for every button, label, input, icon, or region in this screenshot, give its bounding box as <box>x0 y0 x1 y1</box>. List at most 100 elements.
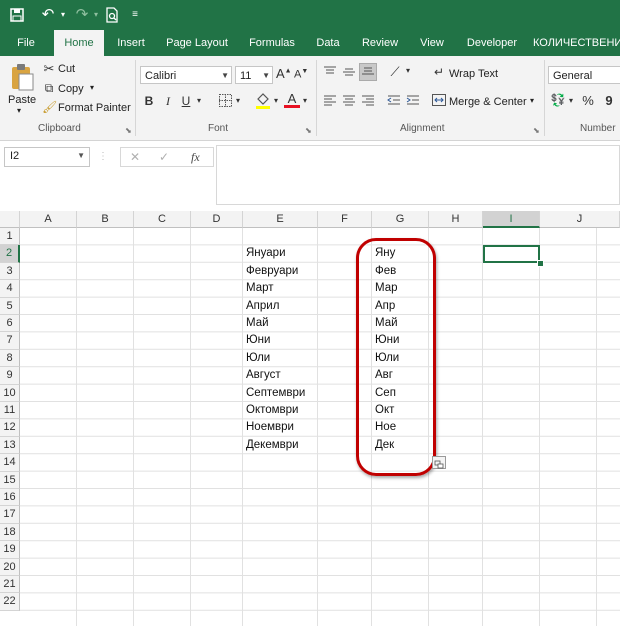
column-header-f[interactable]: F <box>318 211 372 228</box>
format-painter-icon[interactable]: 🖌 <box>42 100 57 114</box>
row-header-13[interactable]: 13 <box>0 436 20 455</box>
clipboard-launcher-icon[interactable]: ⬊ <box>125 126 132 135</box>
align-left-icon[interactable] <box>322 94 338 109</box>
column-header-e[interactable]: E <box>243 211 318 228</box>
row-header-18[interactable]: 18 <box>0 523 20 542</box>
cut-button[interactable]: Cut <box>58 63 75 75</box>
cell-e7[interactable]: Юни <box>246 332 270 349</box>
underline-dropdown-icon[interactable]: ▾ <box>194 96 204 105</box>
print-preview-icon[interactable] <box>102 4 122 26</box>
row-header-20[interactable]: 20 <box>0 558 20 576</box>
middle-align-icon[interactable] <box>341 66 357 81</box>
tab-home[interactable]: Home <box>54 30 104 56</box>
column-header-d[interactable]: D <box>191 211 243 228</box>
formula-input[interactable] <box>216 145 620 205</box>
tab-file[interactable]: File <box>10 30 42 56</box>
paste-icon[interactable] <box>8 62 36 92</box>
paste-button[interactable]: Paste <box>8 94 36 106</box>
worksheet-grid[interactable]: A B C D E F G H I J 1 2 3 4 5 6 7 8 9 10 11 12 13 14 15 16 17 18 19 2… <box>0 211 620 626</box>
cell-e4[interactable]: Март <box>246 280 274 297</box>
percent-style-button[interactable]: % <box>581 93 595 108</box>
row-header-21[interactable]: 21 <box>0 576 20 594</box>
fill-handle[interactable] <box>537 260 544 267</box>
cell-e13[interactable]: Декември <box>246 437 299 454</box>
select-all-corner[interactable] <box>0 211 20 228</box>
cancel-icon[interactable]: ✕ <box>130 150 140 164</box>
column-header-j[interactable]: J <box>540 211 620 228</box>
wrap-text-button[interactable]: Wrap Text <box>449 68 498 80</box>
active-cell-border[interactable] <box>483 245 540 263</box>
paste-dropdown-icon[interactable]: ▾ <box>17 106 21 115</box>
borders-dropdown-icon[interactable]: ▾ <box>233 96 243 105</box>
row-header-15[interactable]: 15 <box>0 471 20 489</box>
row-header-5[interactable]: 5 <box>0 297 20 315</box>
font-color-icon[interactable]: A <box>284 91 300 108</box>
bold-button[interactable]: B <box>143 94 155 108</box>
tab-formulas[interactable]: Formulas <box>244 30 300 56</box>
cut-icon[interactable]: ✂ <box>42 61 56 77</box>
merge-center-icon[interactable] <box>432 94 446 109</box>
tab-insert[interactable]: Insert <box>110 30 152 56</box>
shrink-font-icon[interactable]: A▼ <box>294 68 308 81</box>
borders-icon[interactable] <box>218 94 232 110</box>
cell-e3[interactable]: Февруари <box>246 263 298 280</box>
orientation-icon[interactable]: ⟋ <box>386 64 404 80</box>
wrap-text-icon[interactable]: ↵ <box>432 65 446 79</box>
save-icon[interactable] <box>6 4 28 26</box>
font-launcher-icon[interactable]: ⬊ <box>305 126 312 135</box>
format-painter-button[interactable]: Format Painter <box>58 102 131 114</box>
row-header-4[interactable]: 4 <box>0 280 20 298</box>
alignment-launcher-icon[interactable]: ⬊ <box>533 126 540 135</box>
copy-button[interactable]: Copy <box>58 83 84 95</box>
underline-button[interactable]: U <box>180 94 192 108</box>
top-align-icon[interactable] <box>322 66 338 81</box>
tab-developer[interactable]: Developer <box>463 30 521 56</box>
row-header-3[interactable]: 3 <box>0 262 20 281</box>
number-format-combo[interactable]: General <box>548 66 620 84</box>
row-header-16[interactable]: 16 <box>0 489 20 507</box>
cell-e11[interactable]: Октомври <box>246 402 298 419</box>
align-center-icon[interactable] <box>341 94 357 109</box>
tab-data[interactable]: Data <box>311 30 345 56</box>
row-header-11[interactable]: 11 <box>0 402 20 420</box>
merge-center-button[interactable]: Merge & Center <box>449 96 527 108</box>
decrease-indent-icon[interactable] <box>386 94 402 109</box>
row-header-10[interactable]: 10 <box>0 384 20 402</box>
cell-e10[interactable]: Септември <box>246 385 305 402</box>
row-header-1[interactable]: 1 <box>0 228 20 246</box>
row-header-6[interactable]: 6 <box>0 315 20 333</box>
row-header-12[interactable]: 12 <box>0 419 20 437</box>
redo-dropdown-icon[interactable]: ▾ <box>91 4 101 26</box>
fill-color-icon[interactable] <box>255 92 271 113</box>
column-header-g[interactable]: G <box>372 211 429 228</box>
copy-dropdown-icon[interactable]: ▾ <box>90 83 94 92</box>
cell-e5[interactable]: Април <box>246 298 279 315</box>
row-header-17[interactable]: 17 <box>0 506 20 524</box>
column-header-a[interactable]: A <box>20 211 77 228</box>
tab-view[interactable]: View <box>414 30 450 56</box>
row-header-7[interactable]: 7 <box>0 332 20 350</box>
undo-icon[interactable]: ↶ <box>38 4 58 26</box>
tab-custom[interactable]: КОЛИЧЕСТВЕНИ <box>533 30 620 56</box>
customize-dropdown-icon[interactable]: ≡ <box>128 4 142 26</box>
fill-color-dropdown-icon[interactable]: ▾ <box>271 96 281 105</box>
row-header-14[interactable]: 14 <box>0 454 20 472</box>
copy-icon[interactable]: ⧉ <box>42 81 56 96</box>
bottom-align-icon[interactable] <box>359 63 377 81</box>
comma-style-button[interactable]: 9 <box>603 93 615 108</box>
column-header-c[interactable]: C <box>134 211 191 228</box>
column-header-b[interactable]: B <box>77 211 134 228</box>
orientation-dropdown-icon[interactable]: ▾ <box>403 66 413 75</box>
cell-e9[interactable]: Август <box>246 367 281 384</box>
row-header-8[interactable]: 8 <box>0 349 20 368</box>
row-header-22[interactable]: 22 <box>0 593 20 611</box>
font-name-combo[interactable]: Calibri ▼ <box>140 66 232 84</box>
insert-function-icon[interactable]: fx <box>191 150 200 165</box>
redo-icon[interactable]: ↷ <box>72 4 92 26</box>
font-color-dropdown-icon[interactable]: ▾ <box>300 96 310 105</box>
italic-button[interactable]: I <box>162 94 174 109</box>
name-box[interactable]: I2 ▼ <box>4 147 90 167</box>
currency-format-icon[interactable]: 💱 <box>550 93 566 107</box>
currency-dropdown-icon[interactable]: ▾ <box>567 96 575 105</box>
merge-dropdown-icon[interactable]: ▾ <box>530 96 534 105</box>
